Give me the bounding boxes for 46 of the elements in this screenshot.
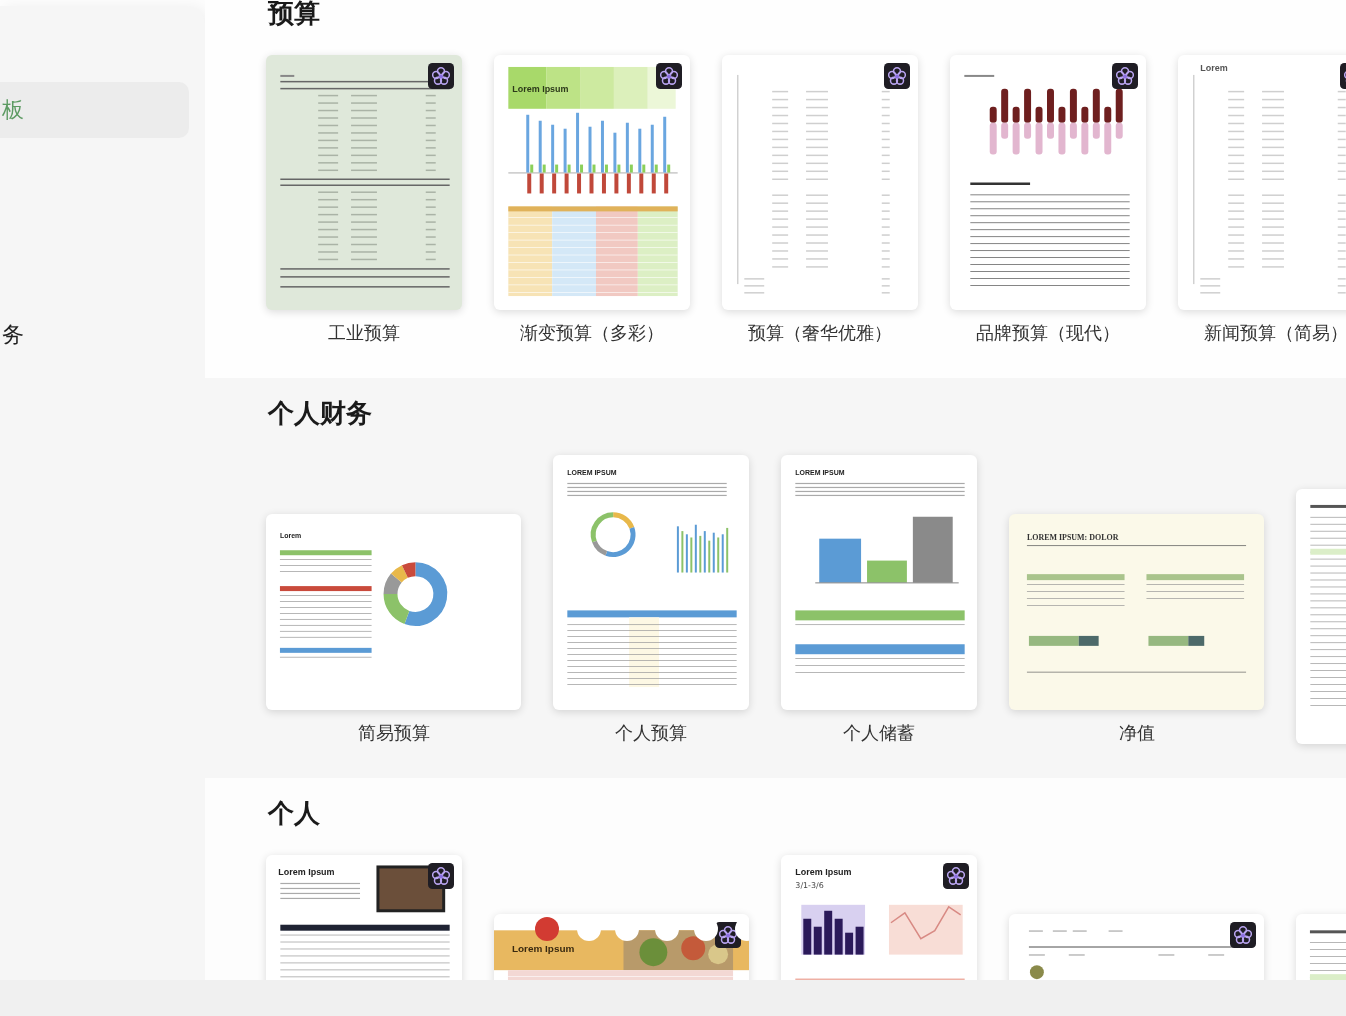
sidebar-item[interactable]: 务 — [0, 307, 189, 363]
thumbnail-heading: LOREM IPSUM: DOLOR — [1026, 533, 1119, 543]
template-thumbnail[interactable] — [950, 55, 1146, 310]
thumbnail-heading: Lorem Ipsum — [512, 83, 569, 94]
section-heading: 个人财务 — [268, 398, 373, 428]
thumbnail-heading: Lorem Ipsum — [278, 866, 335, 877]
chart-bar — [824, 910, 833, 955]
template-thumbnail[interactable]: Lorem — [1178, 55, 1346, 310]
template-thumbnail[interactable]: LOREM IPSUM: DOLOR — [1009, 514, 1264, 710]
template-name: 品牌预算（现代） — [976, 322, 1120, 344]
photo-placeholder — [1029, 965, 1044, 980]
table-drawing — [1309, 930, 1346, 980]
section-heading: 个人 — [268, 798, 321, 828]
chart-bar — [803, 918, 812, 955]
chart-bar — [855, 926, 864, 955]
template-name: 个人预算 — [615, 722, 687, 744]
chart-line — [890, 905, 962, 940]
template-name: 渐变预算（多彩） — [520, 322, 664, 344]
chart-bar — [912, 516, 953, 583]
chart-bar — [845, 932, 854, 955]
template-name: 个人储蓄 — [843, 722, 915, 744]
template-name: 净值 — [1118, 722, 1155, 744]
section-heading: 预算 — [268, 0, 321, 28]
template-thumbnail[interactable]: Lorem Ipsum — [266, 855, 462, 980]
template-name: 简易预算 — [357, 722, 430, 744]
donut-slice — [383, 573, 402, 595]
template-thumbnail[interactable]: Lorem Ipsum — [494, 55, 690, 310]
title-line-drawing — [964, 74, 995, 77]
template-name: 新闻预算（简易） — [1204, 322, 1346, 344]
thumbnail-heading: Lorem Ipsum — [511, 943, 575, 955]
chart-bar — [867, 560, 907, 583]
template-thumbnail[interactable]: Lorem Ipsum 3/1-3/6 — [781, 855, 977, 980]
template-thumbnail[interactable] — [266, 55, 462, 310]
photo-placeholder — [376, 865, 446, 913]
template-thumbnail[interactable] — [722, 55, 918, 310]
chart-bar — [813, 926, 822, 955]
thumbnail-heading: Lorem — [1200, 62, 1228, 73]
chart-bar — [819, 538, 862, 583]
template-name: 预算（奢华优雅） — [748, 322, 892, 344]
thumbnail-subheading: 3/1-3/6 — [795, 880, 824, 890]
chart-bar — [834, 918, 843, 955]
template-thumbnail[interactable]: Lorem Ipsum — [494, 914, 749, 980]
chart-bar — [676, 526, 679, 573]
chart-bar — [726, 527, 729, 573]
template-name: 工业预算 — [328, 322, 400, 344]
thumbnail-heading: Lorem Ipsum — [795, 866, 852, 877]
